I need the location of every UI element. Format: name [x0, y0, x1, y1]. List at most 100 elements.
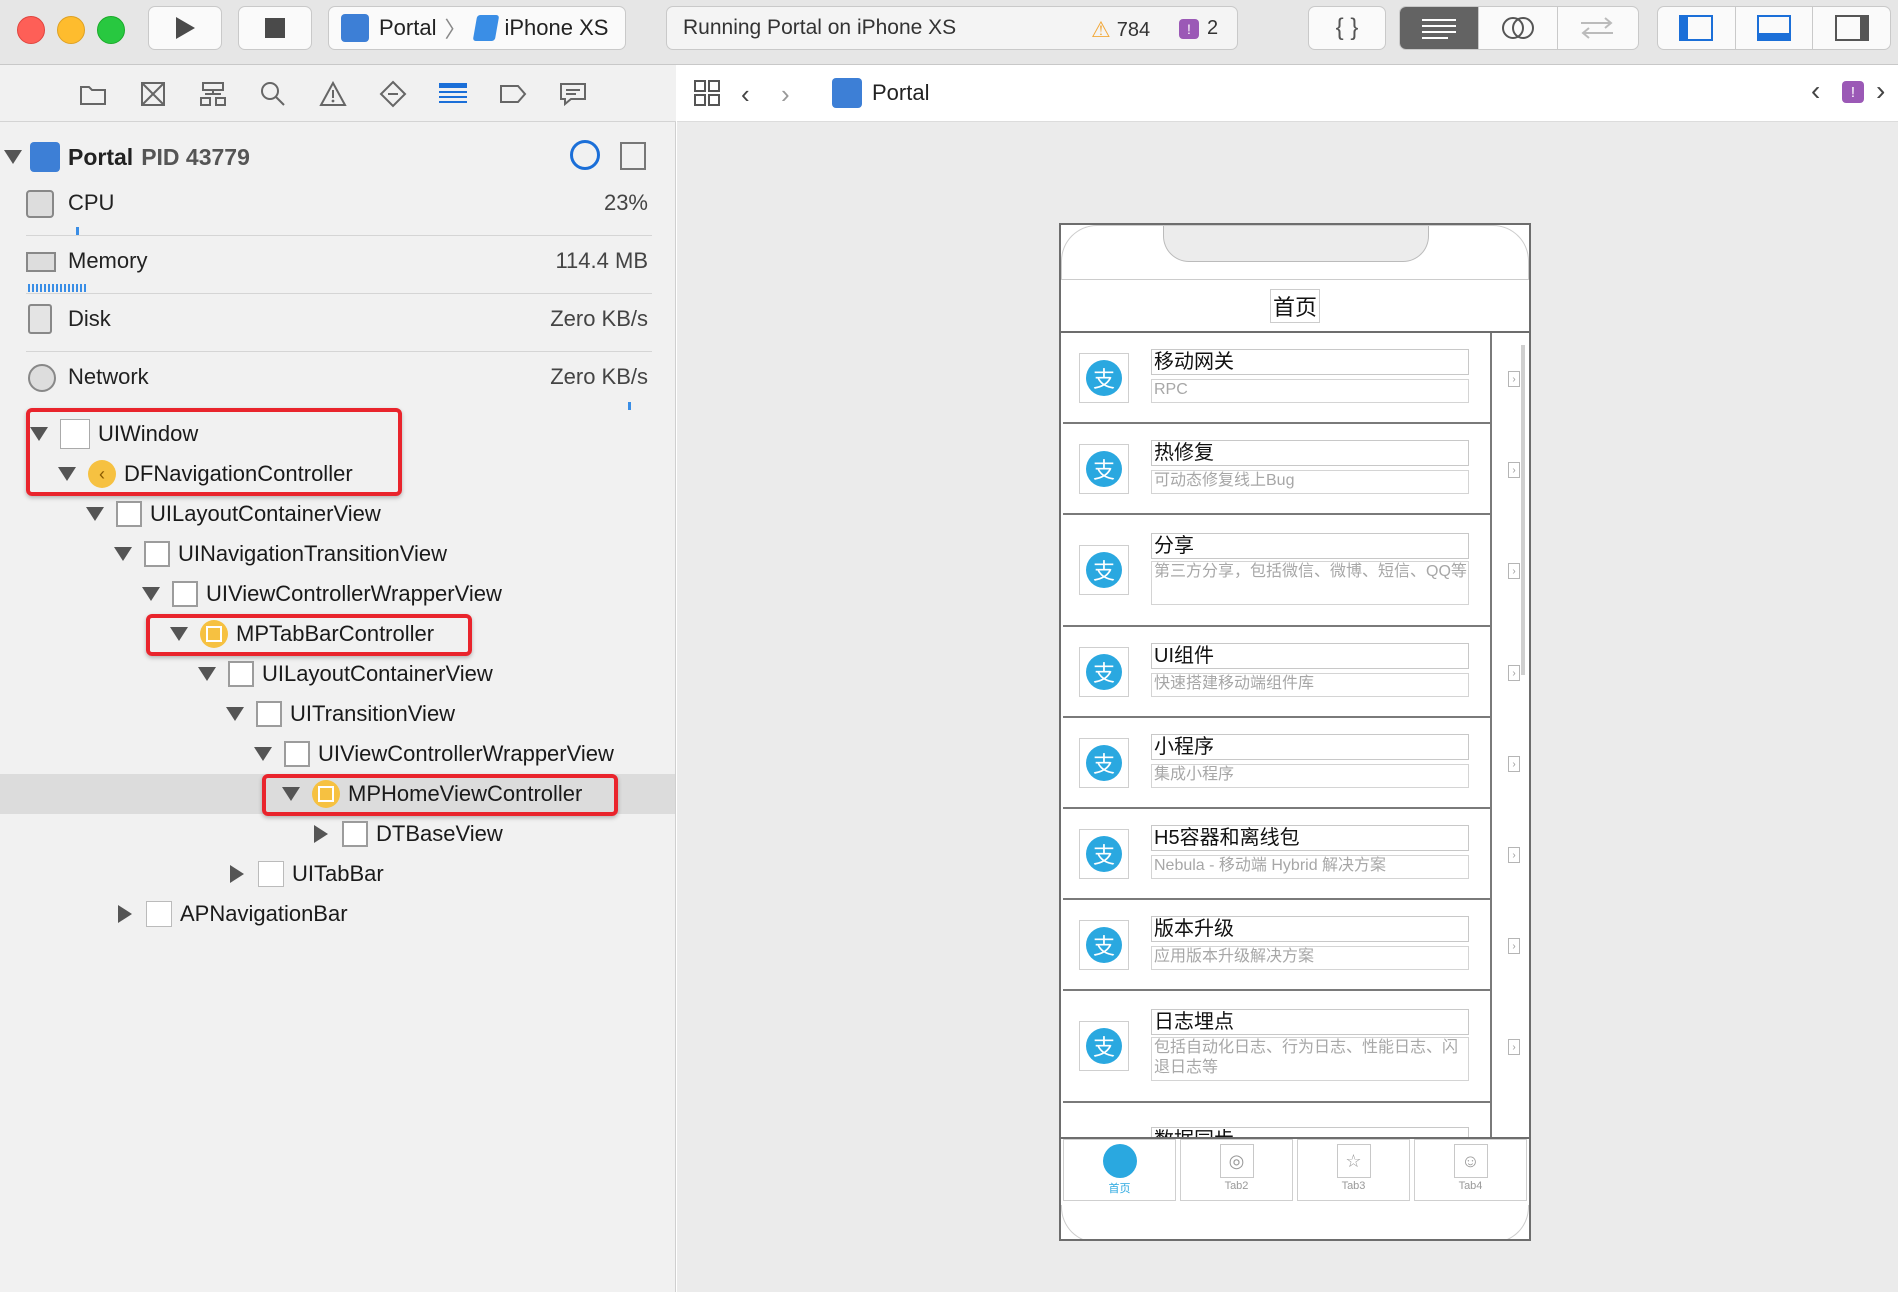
- list-item[interactable]: 支 热修复 可动态修复线上Bug ›: [1063, 424, 1520, 515]
- forward-button[interactable]: ›: [781, 79, 790, 110]
- find-navigator-button[interactable]: [258, 79, 288, 109]
- gauge-icon[interactable]: [570, 140, 600, 170]
- tree-row-uilayoutcontainerview[interactable]: UILayoutContainerView: [86, 494, 381, 534]
- tree-row-uiviewcontrollerwrapperview[interactable]: UIViewControllerWrapperView: [142, 574, 502, 614]
- debug-navigator-button[interactable]: [438, 79, 468, 109]
- standard-editor-button[interactable]: [1400, 7, 1479, 49]
- tree-row-uitransitionview[interactable]: UITransitionView: [226, 694, 455, 734]
- alipay-icon: 支: [1079, 829, 1129, 879]
- gauge-network[interactable]: Network Zero KB/s: [26, 354, 652, 410]
- toggle-debug-area-button[interactable]: [1736, 7, 1814, 49]
- tree-row-uitabbar[interactable]: UITabBar: [226, 854, 384, 894]
- disclosure-triangle-icon[interactable]: [114, 547, 132, 561]
- row-subtitle: Nebula - 移动端 Hybrid 解决方案: [1151, 855, 1469, 879]
- tab-label: 首页: [1108, 1183, 1131, 1195]
- toggle-inspector-button[interactable]: [1813, 7, 1890, 49]
- issue-badge-icon[interactable]: !: [1842, 81, 1864, 103]
- disclosure-chevron-icon: ›: [1508, 938, 1520, 954]
- assistant-editor-button[interactable]: [1479, 7, 1558, 49]
- scroll-indicator[interactable]: [1521, 345, 1525, 675]
- tab-4[interactable]: ☺ Tab4: [1414, 1139, 1527, 1201]
- related-items-button[interactable]: [693, 79, 721, 112]
- disclosure-triangle-icon[interactable]: [118, 905, 132, 923]
- disclosure-chevron-icon: ›: [1508, 847, 1520, 863]
- view-icon: [116, 501, 142, 527]
- list-item[interactable]: 支 日志埋点 包括自动化日志、行为日志、性能日志、闪退日志等 ›: [1063, 991, 1520, 1103]
- list-item[interactable]: 支 版本升级 应用版本升级解决方案 ›: [1063, 900, 1520, 991]
- previous-issue-button[interactable]: ‹: [1811, 75, 1820, 107]
- jump-bar-crumb[interactable]: Portal: [832, 78, 929, 108]
- run-button[interactable]: [148, 6, 222, 50]
- row-subtitle: 应用版本升级解决方案: [1151, 946, 1469, 970]
- disclosure-triangle-icon[interactable]: [198, 667, 216, 681]
- tree-node-label: UILayoutContainerView: [150, 501, 381, 526]
- tree-row-uinavigationtransitionview[interactable]: UINavigationTransitionView: [114, 534, 447, 574]
- list-item[interactable]: 支 分享 第三方分享，包括微信、微博、短信、QQ等 ›: [1063, 515, 1520, 627]
- scheme-selector[interactable]: Portal 〉 iPhone XS: [328, 6, 626, 50]
- disclosure-chevron-icon: ›: [1508, 756, 1520, 772]
- stop-button[interactable]: [238, 6, 312, 50]
- breakpoint-navigator-button[interactable]: [498, 79, 528, 109]
- back-button[interactable]: ‹: [741, 79, 750, 110]
- disk-icon: [28, 304, 52, 334]
- next-issue-button[interactable]: ›: [1876, 75, 1885, 107]
- app-icon: [341, 14, 369, 42]
- app-icon: [832, 78, 862, 108]
- network-sparkline: [628, 402, 631, 410]
- issues-indicator[interactable]: ! 2: [1179, 17, 1218, 40]
- gauge-value: Zero KB/s: [550, 364, 648, 389]
- disclosure-triangle-icon[interactable]: [314, 825, 328, 843]
- test-navigator-button[interactable]: [378, 79, 408, 109]
- disclosure-triangle-icon[interactable]: [230, 865, 244, 883]
- process-header[interactable]: Portal PID 43779: [4, 138, 664, 176]
- report-navigator-button[interactable]: [558, 79, 588, 109]
- home-tab-icon: [1102, 1144, 1137, 1178]
- tab-bar-icon: [258, 861, 284, 887]
- tree-node-label: UIViewControllerWrapperView: [206, 581, 502, 606]
- row-title: 热修复: [1151, 440, 1469, 466]
- issue-navigator-button[interactable]: [318, 79, 348, 109]
- warnings-indicator[interactable]: ⚠ 784: [1091, 17, 1150, 43]
- device-wireframe[interactable]: 首页 支 移动网关 RPC › 支 热修复 可动态修复线上Bug › 支 分享 …: [1059, 223, 1531, 1241]
- gauge-label: Memory: [68, 248, 148, 273]
- disclosure-chevron-icon: ›: [1508, 563, 1520, 579]
- version-editor-button[interactable]: [1558, 7, 1636, 49]
- alipay-icon: 支: [1079, 738, 1129, 788]
- zoom-window-button[interactable]: [97, 16, 125, 44]
- disclosure-triangle-icon[interactable]: [226, 707, 244, 721]
- memory-graph-icon[interactable]: [620, 142, 646, 170]
- list-item[interactable]: 支 小程序 集成小程序 ›: [1063, 718, 1520, 809]
- toggle-navigator-button[interactable]: [1658, 7, 1736, 49]
- list-item[interactable]: 支 移动网关 RPC ›: [1063, 333, 1520, 424]
- symbol-navigator-button[interactable]: [198, 79, 228, 109]
- tab-3[interactable]: ☆ Tab3: [1297, 1139, 1410, 1201]
- annotation-highlight-box: [262, 774, 618, 816]
- breakpoint-icon: [500, 85, 527, 103]
- tree-row-apnavigationbar[interactable]: APNavigationBar: [114, 894, 348, 934]
- row-title: 版本升级: [1151, 916, 1469, 942]
- folder-icon: [80, 86, 106, 105]
- list-item[interactable]: 支 H5容器和离线包 Nebula - 移动端 Hybrid 解决方案 ›: [1063, 809, 1520, 900]
- tree-row-dtbaseview[interactable]: DTBaseView: [310, 814, 503, 854]
- chevron-left-icon: ‹: [1811, 75, 1821, 106]
- list-item[interactable]: 支 UI组件 快速搭建移动端组件库 ›: [1063, 627, 1520, 718]
- project-navigator-button[interactable]: [78, 79, 108, 109]
- tree-row-uiviewcontrollerwrapperview-2[interactable]: UIViewControllerWrapperView: [254, 734, 614, 774]
- view-icon: [284, 741, 310, 767]
- disclosure-triangle-icon[interactable]: [142, 587, 160, 601]
- tree-row-uilayoutcontainerview-2[interactable]: UILayoutContainerView: [198, 654, 493, 694]
- library-button[interactable]: { }: [1308, 6, 1386, 50]
- gauge-memory[interactable]: Memory 114.4 MB: [26, 238, 652, 294]
- minimize-window-button[interactable]: [57, 16, 85, 44]
- row-title: 日志埋点: [1151, 1009, 1469, 1035]
- disclosure-triangle-icon[interactable]: [254, 747, 272, 761]
- disclosure-triangle-icon[interactable]: [4, 150, 22, 164]
- gauge-cpu[interactable]: CPU 23%: [26, 180, 652, 236]
- tab-home[interactable]: 首页: [1063, 1139, 1176, 1201]
- tab-2[interactable]: ◎ Tab2: [1180, 1139, 1293, 1201]
- disclosure-triangle-icon[interactable]: [86, 507, 104, 521]
- cpu-icon: [26, 190, 54, 218]
- source-control-navigator-button[interactable]: [138, 79, 168, 109]
- gauge-disk[interactable]: Disk Zero KB/s: [26, 296, 652, 352]
- close-window-button[interactable]: [17, 16, 45, 44]
